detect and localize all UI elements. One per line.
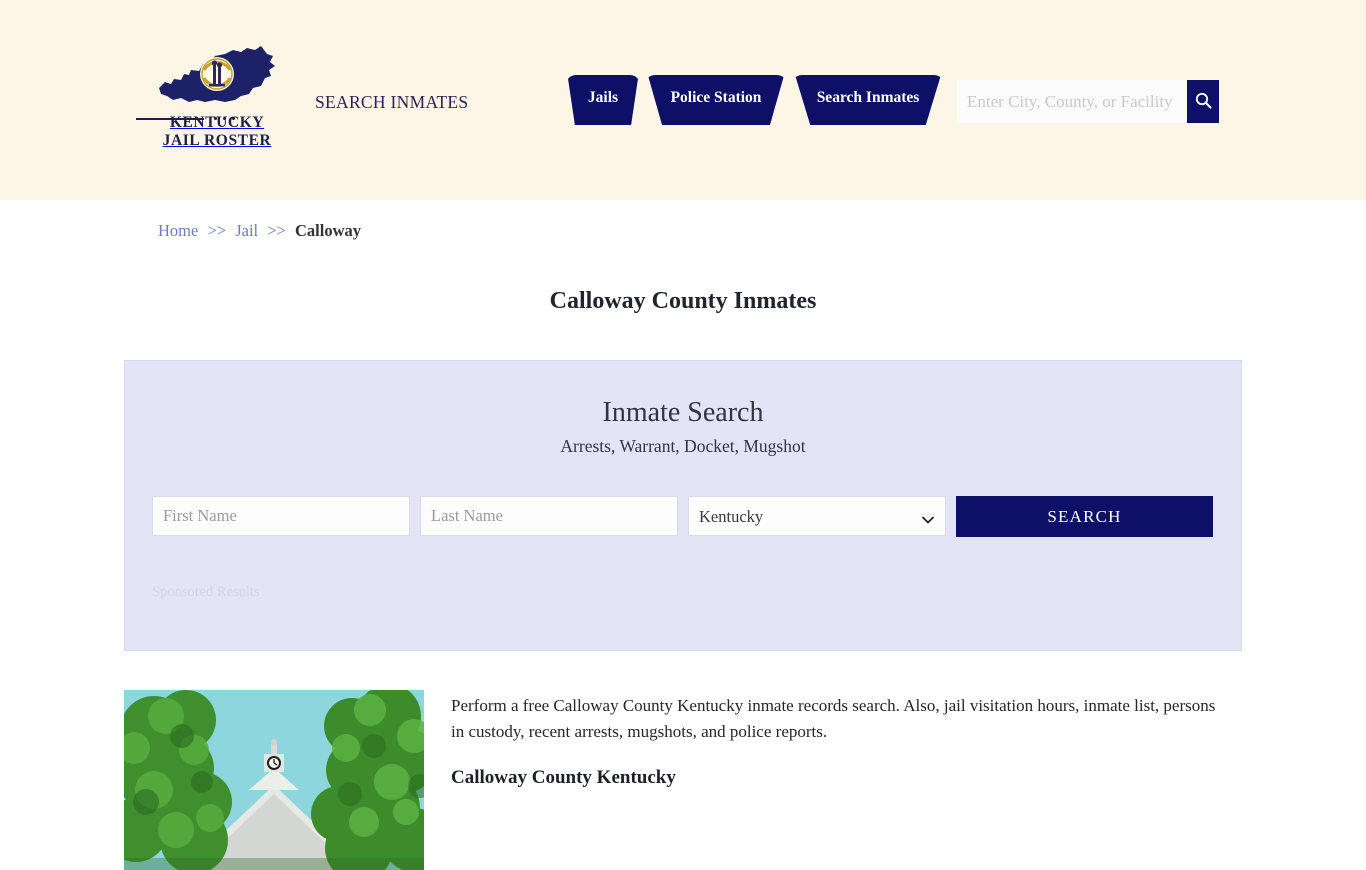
breadcrumb-separator: >> — [207, 221, 226, 240]
header-search-group — [957, 80, 1219, 123]
site-logo[interactable]: KENTUCKY JAIL ROSTER — [155, 44, 279, 150]
page-title: Calloway County Inmates — [0, 288, 1366, 315]
state-select-wrapper: Kentucky — [688, 496, 946, 537]
header-search-input[interactable] — [957, 80, 1187, 123]
site-header: KENTUCKY JAIL ROSTER SEARCH INMATES Jail… — [0, 0, 1366, 200]
county-description: Perform a free Calloway County Kentucky … — [451, 690, 1242, 870]
search-submit-button[interactable]: SEARCH — [956, 496, 1213, 537]
primary-navigation: Jails Police Station Search Inmates — [566, 75, 944, 125]
panel-subheading: Arrests, Warrant, Docket, Mugshot — [125, 436, 1241, 457]
county-paragraph: Perform a free Calloway County Kentucky … — [451, 693, 1221, 745]
breadcrumb-separator: >> — [267, 221, 286, 240]
county-content-row: Perform a free Calloway County Kentucky … — [124, 690, 1242, 870]
nav-button-search-inmates[interactable]: Search Inmates — [792, 75, 944, 125]
breadcrumb-link-home[interactable]: Home — [158, 221, 198, 240]
panel-heading: Inmate Search — [125, 397, 1241, 429]
search-icon — [1195, 92, 1212, 112]
kentucky-state-map-seal-icon — [155, 44, 279, 114]
state-select[interactable]: Kentucky — [688, 496, 946, 536]
courthouse-photo — [124, 690, 424, 870]
nav-button-police-station[interactable]: Police Station — [645, 75, 787, 125]
county-subheading: Calloway County Kentucky — [451, 767, 1242, 789]
inmate-search-form: Kentucky SEARCH — [152, 496, 1216, 537]
breadcrumb-current: Calloway — [295, 221, 361, 240]
sponsored-results-label: Sponsored Results — [152, 584, 260, 601]
breadcrumb: Home >> Jail >> Calloway — [158, 221, 361, 241]
logo-text-line1: KENTUCKY — [170, 114, 264, 131]
header-inner: KENTUCKY JAIL ROSTER SEARCH INMATES Jail… — [0, 0, 1366, 200]
inmate-search-panel: Inmate Search Arrests, Warrant, Docket, … — [124, 360, 1242, 651]
breadcrumb-link-jail[interactable]: Jail — [235, 221, 258, 240]
logo-text-line2: JAIL ROSTER — [163, 132, 272, 149]
last-name-input[interactable] — [420, 496, 678, 536]
nav-button-jails[interactable]: Jails — [566, 75, 640, 125]
first-name-input[interactable] — [152, 496, 410, 536]
header-tagline: SEARCH INMATES — [315, 92, 468, 113]
header-search-button[interactable] — [1187, 80, 1219, 123]
